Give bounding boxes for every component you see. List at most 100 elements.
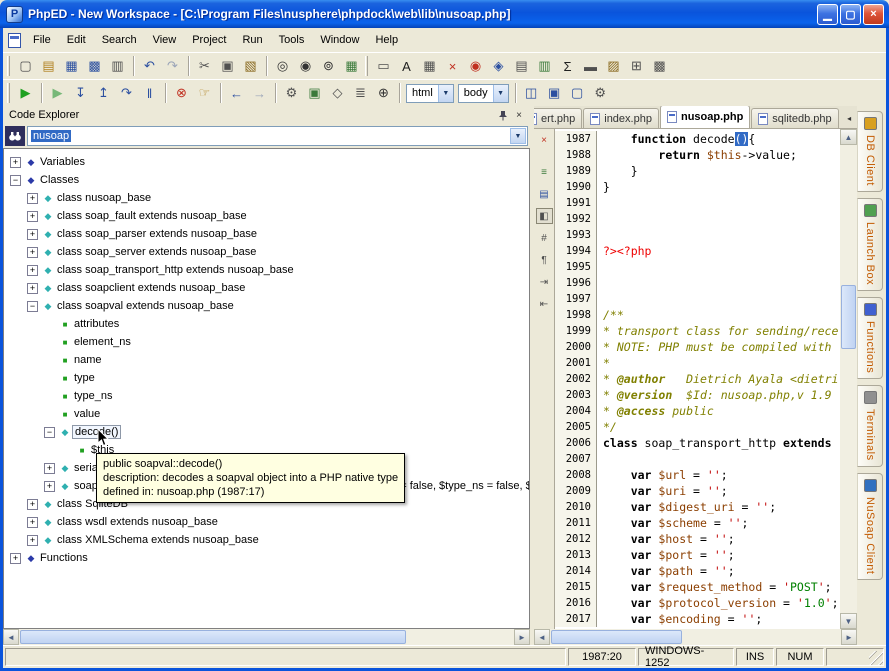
fullscreen-icon[interactable]: ▢ — [566, 82, 589, 104]
line-number[interactable]: 2016 — [555, 595, 597, 611]
settings-icon[interactable]: ⚙ — [589, 82, 612, 104]
toolbar-grip[interactable] — [7, 83, 10, 103]
tree-item[interactable]: ■element_ns — [4, 333, 529, 351]
goto-icon[interactable]: ▦ — [340, 55, 363, 77]
collapse-icon[interactable]: − — [27, 301, 38, 312]
line-number[interactable]: 1988 — [555, 147, 597, 163]
expand-icon[interactable]: + — [27, 211, 38, 222]
line-number[interactable]: 2003 — [555, 387, 597, 403]
tab-ert-php[interactable]: ert.php — [534, 108, 582, 128]
line-number[interactable]: 2006 — [555, 435, 597, 451]
code-line[interactable]: 1988 return $this->value; — [555, 147, 840, 163]
special-chars-icon[interactable]: ▩ — [648, 55, 671, 77]
explorer-tree[interactable]: +◆Variables−◆Classes+◆class nusoap_base+… — [3, 148, 530, 629]
tab-index-php[interactable]: index.php — [583, 108, 659, 128]
code-editor[interactable]: 1987 function decode(){1988 return $this… — [555, 129, 840, 629]
line-number[interactable]: 2012 — [555, 531, 597, 547]
tab-functions[interactable]: Functions — [857, 297, 883, 379]
chevron-down-icon[interactable]: ▼ — [510, 128, 526, 144]
sum-icon[interactable]: Σ — [556, 55, 579, 77]
line-number[interactable]: 2010 — [555, 499, 597, 515]
expand-icon[interactable]: + — [10, 157, 21, 168]
scroll-thumb[interactable] — [20, 630, 406, 644]
line-number[interactable]: 2017 — [555, 611, 597, 627]
expand-icon[interactable]: + — [27, 517, 38, 528]
explorer-search-input[interactable]: nusoap ▼ — [27, 126, 528, 146]
code-line[interactable]: 1994?><?php — [555, 243, 840, 259]
layers-icon[interactable]: ≣ — [349, 82, 372, 104]
run-to-cursor-icon[interactable]: ▶ — [46, 82, 69, 104]
menu-tools[interactable]: Tools — [271, 31, 313, 49]
save-icon[interactable]: ▦ — [60, 55, 83, 77]
expand-icon[interactable]: + — [10, 553, 21, 564]
step-in-icon[interactable]: ↧ — [69, 82, 92, 104]
import-icon[interactable]: ⊞ — [625, 55, 648, 77]
expand-icon[interactable]: + — [27, 247, 38, 258]
select-icon[interactable]: ◇ — [326, 82, 349, 104]
expand-icon[interactable]: + — [27, 283, 38, 294]
tree-item[interactable]: +◆Functions — [4, 549, 529, 567]
print-icon[interactable]: ▥ — [106, 55, 129, 77]
window-cascade-icon[interactable]: ▣ — [543, 82, 566, 104]
code-line[interactable]: 2008 var $url = ''; — [555, 467, 840, 483]
code-line[interactable]: 1990} — [555, 179, 840, 195]
menu-search[interactable]: Search — [94, 31, 145, 49]
paste-icon[interactable]: ▧ — [239, 55, 262, 77]
font-icon[interactable]: A — [395, 55, 418, 77]
code-line[interactable]: 1997 — [555, 291, 840, 307]
line-number[interactable]: 1993 — [555, 227, 597, 243]
scroll-right-icon[interactable]: ► — [514, 629, 530, 645]
code-line[interactable]: 2000* NOTE: PHP must be compiled with — [555, 339, 840, 355]
query-icon[interactable]: ▥ — [533, 55, 556, 77]
editor-vertical-scrollbar[interactable]: ▲ ▼ — [840, 129, 857, 629]
line-number[interactable]: 1995 — [555, 259, 597, 275]
line-number[interactable]: 1987 — [555, 131, 597, 147]
find-in-files-icon[interactable]: ⊚ — [317, 55, 340, 77]
line-number[interactable]: 2008 — [555, 467, 597, 483]
code-line[interactable]: 2004* @access public — [555, 403, 840, 419]
tab-nusoap-client[interactable]: NuSoap Client — [857, 473, 883, 580]
code-line[interactable]: 1999* transport class for sending/rece — [555, 323, 840, 339]
tree-item[interactable]: +◆class soap_fault extends nusoap_base — [4, 207, 529, 225]
collapse-icon[interactable]: − — [10, 175, 21, 186]
html-dropdown[interactable]: html▼ — [406, 84, 454, 103]
code-line[interactable]: 2005*/ — [555, 419, 840, 435]
body-dropdown[interactable]: body▼ — [458, 84, 509, 103]
tree-item[interactable]: +◆class soap_transport_http extends nuso… — [4, 261, 529, 279]
explorer-horizontal-scrollbar[interactable]: ◄ ► — [3, 629, 530, 645]
line-number[interactable]: 1998 — [555, 307, 597, 323]
tree-item[interactable]: −◆class soapval extends nusoap_base — [4, 297, 529, 315]
code-line[interactable]: 1995 — [555, 259, 840, 275]
code-line[interactable]: 1992 — [555, 211, 840, 227]
tab-terminals[interactable]: Terminals — [857, 385, 883, 467]
scroll-thumb[interactable] — [551, 630, 682, 644]
editor-horizontal-scrollbar[interactable]: ◄ ► — [534, 629, 857, 645]
line-number[interactable]: 1994 — [555, 243, 597, 259]
expand-icon[interactable]: + — [27, 535, 38, 546]
expand-icon[interactable]: + — [27, 229, 38, 240]
code-line[interactable]: 2014 var $path = ''; — [555, 563, 840, 579]
line-number[interactable]: 1989 — [555, 163, 597, 179]
find-icon[interactable]: ◎ — [271, 55, 294, 77]
new-file-icon[interactable]: ▢ — [14, 55, 37, 77]
redo-icon[interactable]: ↷ — [161, 55, 184, 77]
tree-item[interactable]: ■type_ns — [4, 387, 529, 405]
expand-icon[interactable]: + — [27, 193, 38, 204]
grid-icon[interactable]: ▦ — [418, 55, 441, 77]
code-line[interactable]: 1991 — [555, 195, 840, 211]
code-line[interactable]: 2009 var $uri = ''; — [555, 483, 840, 499]
undo-icon[interactable]: ↶ — [138, 55, 161, 77]
cut-icon[interactable]: ✂ — [193, 55, 216, 77]
tab-db-client[interactable]: DB Client — [857, 111, 883, 192]
bookmark-icon[interactable]: ◈ — [487, 55, 510, 77]
tree-item[interactable]: +◆Variables — [4, 153, 529, 171]
menu-project[interactable]: Project — [184, 31, 234, 49]
line-number[interactable]: 2001 — [555, 355, 597, 371]
line-number[interactable]: 1996 — [555, 275, 597, 291]
pause-icon[interactable]: ‖ — [138, 82, 161, 104]
tree-item[interactable]: +◆class soapclient extends nusoap_base — [4, 279, 529, 297]
copy-icon[interactable]: ▣ — [216, 55, 239, 77]
run-icon[interactable]: ▶ — [14, 82, 37, 104]
form-icon[interactable]: ▭ — [372, 55, 395, 77]
code-line[interactable]: 1989 } — [555, 163, 840, 179]
